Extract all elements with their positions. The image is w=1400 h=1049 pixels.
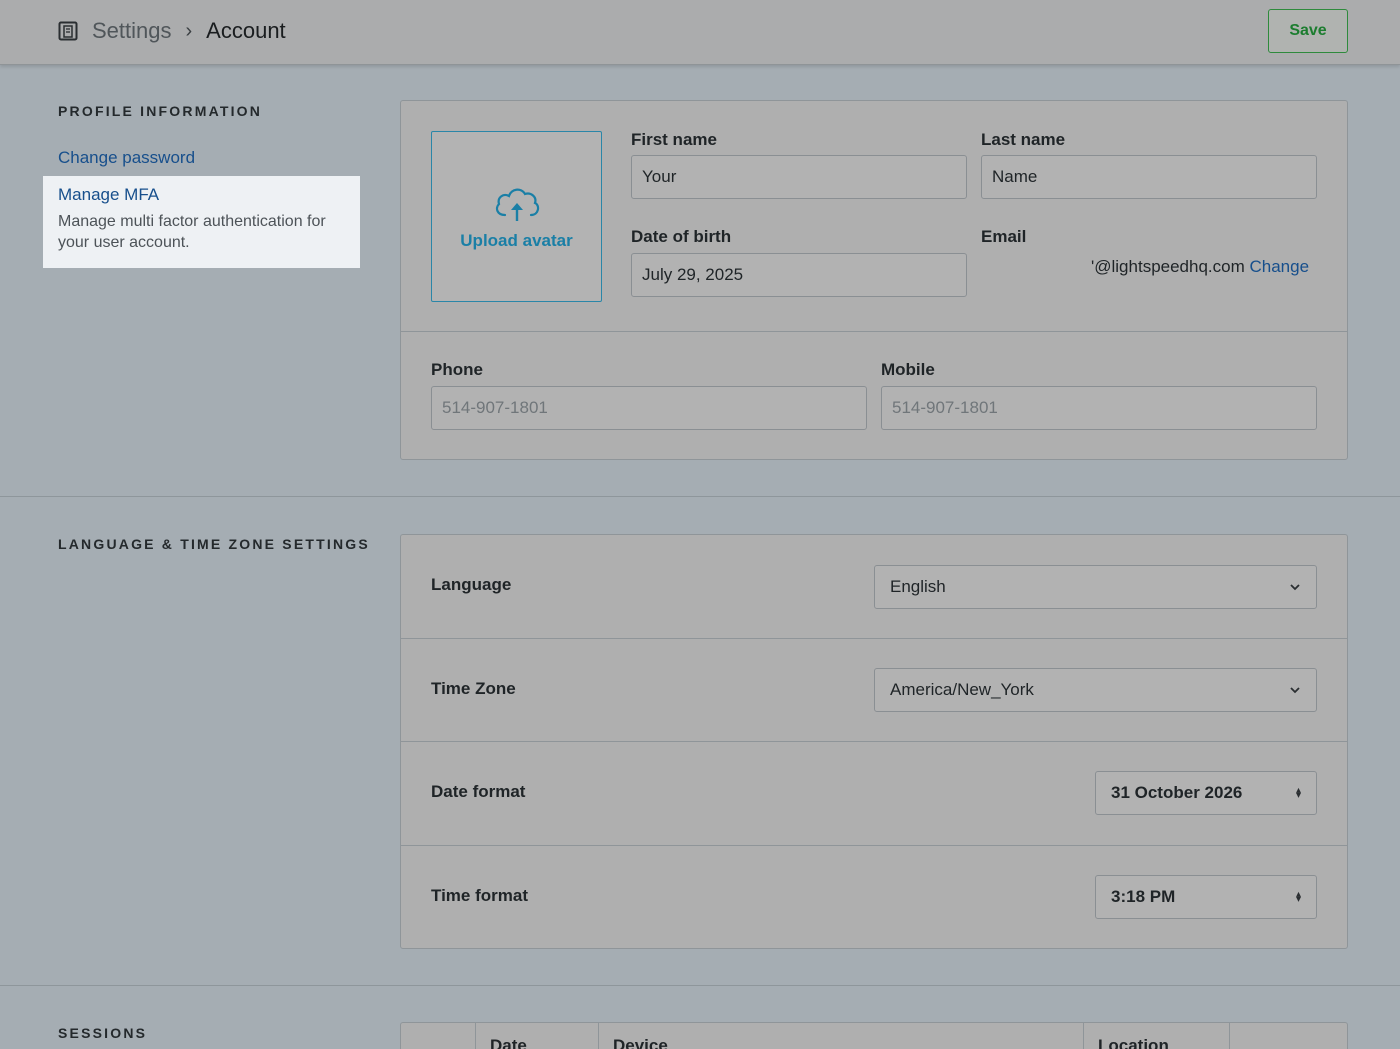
change-password-link[interactable]: Change password <box>58 148 195 168</box>
date-format-label: Date format <box>431 782 526 801</box>
language-value: English <box>890 577 946 596</box>
column-divider <box>475 1023 476 1049</box>
breadcrumb-separator: › <box>185 19 193 42</box>
email-change-link[interactable]: Change <box>1250 257 1310 276</box>
phone-label: Phone <box>431 360 483 379</box>
manage-mfa-link[interactable]: Manage MFA <box>58 185 345 205</box>
email-label: Email <box>981 227 1027 246</box>
column-divider <box>1083 1023 1084 1049</box>
column-divider <box>598 1023 599 1049</box>
last-name-field[interactable]: Name <box>981 155 1317 199</box>
sessions-section-title: SESSIONS <box>58 1025 148 1041</box>
top-bar: Settings › Account Save <box>0 0 1400 65</box>
dob-label: Date of birth <box>631 227 732 246</box>
date-format-row: Date format 31 October 2026 ▴ ▾ <box>401 742 1347 845</box>
language-select[interactable]: English <box>874 565 1317 609</box>
column-header-date[interactable]: Date <box>490 1036 527 1049</box>
sessions-table: Date Device Location <box>400 1022 1348 1049</box>
manage-mfa-description: Manage multi factor authentication for y… <box>58 213 326 251</box>
upload-avatar-label: Upload avatar <box>460 230 573 250</box>
timezone-select[interactable]: America/New_York <box>874 668 1317 712</box>
cloud-upload-icon <box>495 188 539 221</box>
date-format-select[interactable]: 31 October 2026 ▴ ▾ <box>1095 771 1317 815</box>
first-name-label: First name <box>631 130 717 149</box>
profile-section-title: PROFILE INFORMATION <box>58 103 263 119</box>
timezone-row: Time Zone America/New_York <box>401 639 1347 742</box>
settings-building-icon <box>58 21 78 41</box>
chevron-down-icon <box>1290 584 1300 591</box>
last-name-label: Last name <box>981 130 1066 149</box>
timezone-value: America/New_York <box>890 680 1034 699</box>
card-divider <box>401 331 1347 332</box>
language-label: Language <box>431 575 512 594</box>
time-format-label: Time format <box>431 886 528 905</box>
section-divider <box>0 496 1400 497</box>
mobile-field[interactable]: 514-907-1801 <box>881 386 1317 430</box>
column-header-device[interactable]: Device <box>613 1036 668 1049</box>
page-title: Account <box>206 18 286 43</box>
upload-avatar-button[interactable]: Upload avatar <box>431 131 602 302</box>
up-down-arrows-icon: ▴ ▾ <box>1295 889 1301 905</box>
date-format-value: 31 October 2026 <box>1111 783 1243 802</box>
time-format-value: 3:18 PM <box>1111 887 1176 906</box>
first-name-field[interactable]: Your <box>631 155 967 199</box>
timezone-label: Time Zone <box>431 679 516 698</box>
chevron-down-icon <box>1290 687 1300 694</box>
locale-card: Language English Time Zone America/New_Y… <box>400 534 1348 949</box>
phone-field[interactable]: 514-907-1801 <box>431 386 867 430</box>
time-format-row: Time format 3:18 PM ▴ ▾ <box>401 846 1347 949</box>
column-header-location[interactable]: Location <box>1098 1036 1169 1049</box>
section-divider <box>0 985 1400 986</box>
save-button[interactable]: Save <box>1268 9 1348 53</box>
email-row: '@lightspeedhq.com Change <box>1091 257 1309 277</box>
language-row: Language English <box>401 535 1347 638</box>
email-value: '@lightspeedhq.com <box>1091 257 1245 276</box>
up-down-arrows-icon: ▴ ▾ <box>1295 785 1301 801</box>
locale-section-title: LANGUAGE & TIME ZONE SETTINGS <box>58 536 370 552</box>
manage-mfa-item[interactable]: Manage MFA Manage multi factor authentic… <box>43 176 360 268</box>
breadcrumb: Settings › Account <box>58 15 286 47</box>
time-format-select[interactable]: 3:18 PM ▴ ▾ <box>1095 875 1317 919</box>
breadcrumb-settings-link[interactable]: Settings <box>92 18 172 44</box>
column-divider <box>1229 1023 1230 1049</box>
dob-field[interactable]: July 29, 2025 <box>631 253 967 297</box>
mobile-label: Mobile <box>881 360 935 379</box>
profile-card: Upload avatar First name Your Last name … <box>400 100 1348 460</box>
